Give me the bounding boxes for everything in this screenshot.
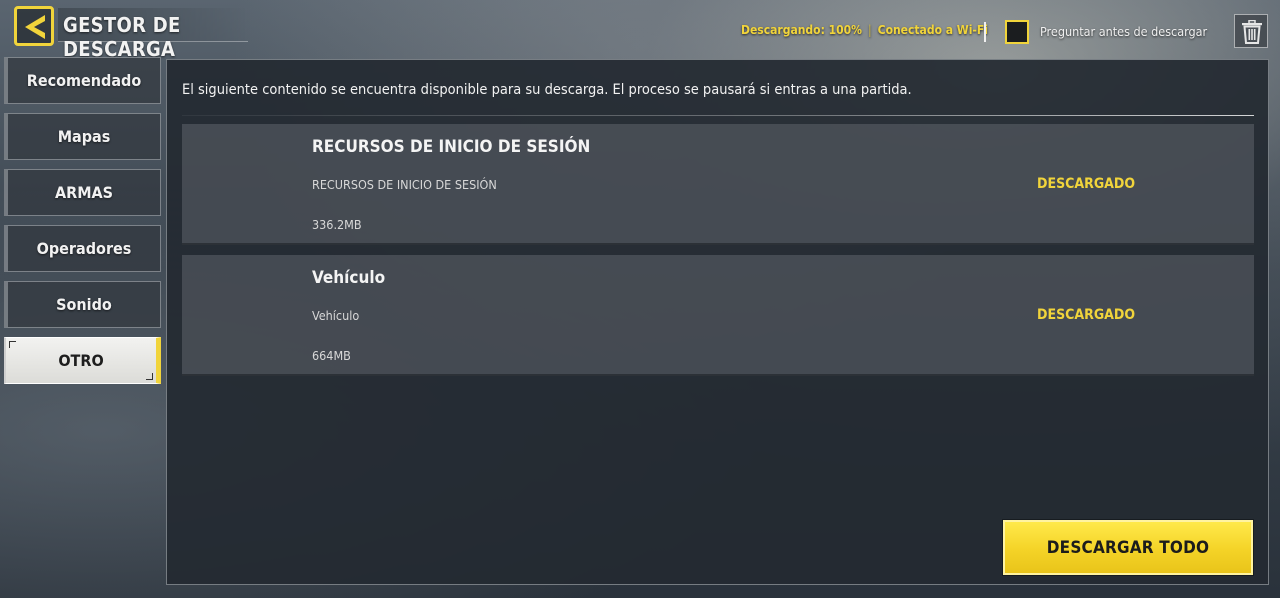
ask-before-download-checkbox[interactable]	[1005, 20, 1029, 44]
info-text: El siguiente contenido se encuentra disp…	[182, 82, 912, 98]
item-title: Vehículo	[312, 268, 386, 288]
sidebar-item-sonido[interactable]: Sonido	[4, 281, 161, 328]
download-status: Descargando: 100% | Conectado a Wi-Fi	[741, 23, 988, 37]
trash-icon	[1242, 20, 1262, 44]
sidebar-item-otro[interactable]: OTRO	[4, 337, 161, 384]
item-size: 336.2MB	[312, 217, 362, 232]
item-status: DESCARGADO	[1037, 307, 1136, 323]
header-divider	[984, 22, 986, 42]
page-title: GESTOR DE DESCARGA	[63, 13, 181, 61]
back-button[interactable]	[14, 6, 54, 46]
back-arrow-icon	[25, 15, 45, 39]
sidebar-item-recomendado[interactable]: Recomendado	[4, 57, 161, 104]
item-title: RECURSOS DE INICIO DE SESIÓN	[312, 137, 591, 157]
download-item[interactable]: RECURSOS DE INICIO DE SESIÓN RECURSOS DE…	[182, 124, 1254, 245]
title-bar: GESTOR DE DESCARGA	[58, 8, 248, 61]
item-size: 664MB	[312, 348, 351, 363]
download-list-panel: El siguiente contenido se encuentra disp…	[166, 59, 1269, 585]
sidebar-item-mapas[interactable]: Mapas	[4, 113, 161, 160]
item-status: DESCARGADO	[1037, 176, 1136, 192]
download-all-button[interactable]: DESCARGAR TODO	[1003, 520, 1253, 575]
ask-before-download-label[interactable]: Preguntar antes de descargar	[1040, 24, 1207, 39]
connection-status-text: Conectado a Wi-Fi	[877, 23, 988, 37]
item-subtitle: RECURSOS DE INICIO DE SESIÓN	[312, 177, 497, 192]
item-subtitle: Vehículo	[312, 308, 360, 323]
download-progress-text: Descargando: 100%	[741, 23, 862, 37]
divider	[182, 115, 1254, 116]
delete-button[interactable]	[1234, 14, 1268, 48]
category-sidebar: Recomendado Mapas ARMAS Operadores Sonid…	[4, 57, 161, 393]
sidebar-item-armas[interactable]: ARMAS	[4, 169, 161, 216]
sidebar-item-operadores[interactable]: Operadores	[4, 225, 161, 272]
status-separator: |	[868, 23, 872, 37]
download-item[interactable]: Vehículo Vehículo 664MB DESCARGADO	[182, 255, 1254, 376]
